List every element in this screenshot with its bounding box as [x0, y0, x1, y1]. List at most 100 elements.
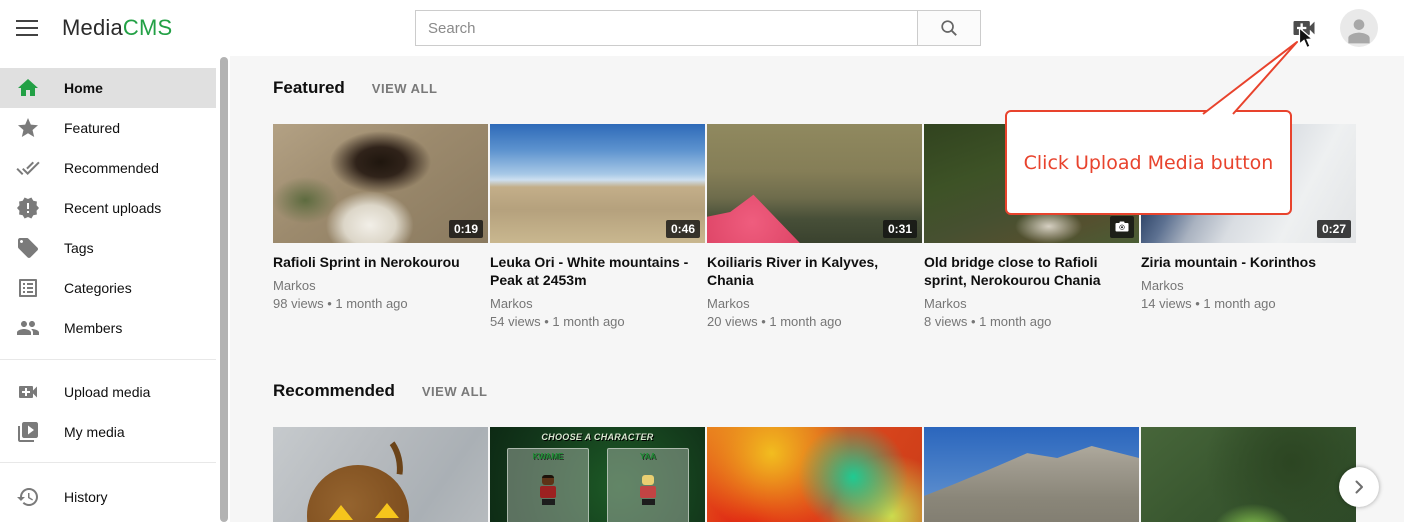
- sidebar-item-label: History: [64, 489, 108, 505]
- character-figure: [639, 475, 657, 505]
- character-name: YAA: [608, 452, 688, 461]
- callout-pointer-shape: [1000, 28, 1320, 120]
- video-card[interactable]: [707, 427, 922, 522]
- done-all-icon: [16, 156, 40, 180]
- sidebar-item-label: Members: [64, 320, 122, 336]
- recommended-cards-row: CHOOSE A CHARACTER KWAME YAA: [273, 427, 1404, 522]
- duration-badge: 0:27: [1317, 220, 1351, 238]
- video-card[interactable]: 0:31 Koiliaris River in Kalyves, Chania …: [707, 124, 922, 329]
- game-heading-text: CHOOSE A CHARACTER: [490, 432, 705, 442]
- video-card[interactable]: [273, 427, 488, 522]
- video-card[interactable]: [924, 427, 1139, 522]
- people-icon: [16, 316, 40, 340]
- video-title[interactable]: Leuka Ori - White mountains - Peak at 24…: [490, 253, 705, 289]
- video-meta: 14 views • 1 month ago: [1141, 296, 1356, 311]
- video-author[interactable]: Markos: [490, 296, 705, 311]
- video-title[interactable]: Old bridge close to Rafioli sprint, Nero…: [924, 253, 1139, 289]
- home-icon: [16, 76, 40, 100]
- logo-text-green: CMS: [123, 15, 173, 40]
- video-author[interactable]: Markos: [273, 278, 488, 293]
- video-card[interactable]: 0:46 Leuka Ori - White mountains - Peak …: [490, 124, 705, 329]
- camera-icon: [1115, 221, 1129, 232]
- sidebar-item-tags[interactable]: Tags: [0, 228, 216, 268]
- sidebar-item-home[interactable]: Home: [0, 68, 216, 108]
- character-panel: YAA: [607, 448, 689, 522]
- video-thumbnail[interactable]: 0:31: [707, 124, 922, 243]
- sidebar-item-upload-media[interactable]: Upload media: [0, 372, 216, 412]
- video-card[interactable]: [1141, 427, 1356, 522]
- video-thumbnail[interactable]: [924, 427, 1139, 522]
- image-type-badge: [1110, 216, 1134, 238]
- sidebar-item-label: Tags: [64, 240, 94, 256]
- video-author[interactable]: Markos: [1141, 278, 1356, 293]
- video-thumbnail[interactable]: [1141, 427, 1356, 522]
- mouse-cursor-icon: [1298, 27, 1315, 50]
- video-author[interactable]: Markos: [707, 296, 922, 311]
- sidebar-divider: [0, 462, 216, 463]
- search-bar: [415, 10, 981, 46]
- sidebar-item-label: Featured: [64, 120, 120, 136]
- sidebar-item-label: My media: [64, 424, 125, 440]
- video-title[interactable]: Koiliaris River in Kalyves, Chania: [707, 253, 922, 289]
- search-button[interactable]: [917, 10, 981, 46]
- carousel-next-button[interactable]: [1339, 467, 1379, 507]
- sidebar-item-label: Recommended: [64, 160, 159, 176]
- duration-badge: 0:31: [883, 220, 917, 238]
- new-releases-icon: [16, 196, 40, 220]
- list-icon: [16, 276, 40, 300]
- video-library-icon: [16, 420, 40, 444]
- sidebar: Home Featured Recommended Recent uploads…: [0, 56, 230, 522]
- video-call-icon: [16, 380, 40, 404]
- video-card[interactable]: 0:19 Rafioli Sprint in Nerokourou Markos…: [273, 124, 488, 329]
- search-icon: [939, 18, 959, 38]
- video-meta: 20 views • 1 month ago: [707, 314, 922, 329]
- logo[interactable]: MediaCMS: [62, 15, 172, 41]
- annotation-callout: Click Upload Media button: [1005, 110, 1292, 215]
- sidebar-item-label: Upload media: [64, 384, 150, 400]
- person-icon: [1343, 14, 1375, 46]
- character-panel: KWAME: [507, 448, 589, 522]
- sidebar-item-categories[interactable]: Categories: [0, 268, 216, 308]
- video-thumbnail[interactable]: [273, 427, 488, 522]
- user-avatar[interactable]: [1340, 9, 1378, 47]
- star-icon: [16, 116, 40, 140]
- video-thumbnail[interactable]: [707, 427, 922, 522]
- sidebar-item-members[interactable]: Members: [0, 308, 216, 348]
- sidebar-item-recent-uploads[interactable]: Recent uploads: [0, 188, 216, 228]
- character-name: KWAME: [508, 452, 588, 461]
- tag-icon: [16, 236, 40, 260]
- search-input[interactable]: [415, 10, 917, 46]
- video-thumbnail[interactable]: 0:19: [273, 124, 488, 243]
- history-icon: [16, 485, 40, 509]
- recommended-section-header: Recommended VIEW ALL: [273, 381, 1404, 403]
- video-thumbnail[interactable]: 0:46: [490, 124, 705, 243]
- video-title[interactable]: Ziria mountain - Korinthos: [1141, 253, 1356, 271]
- video-meta: 98 views • 1 month ago: [273, 296, 488, 311]
- video-thumbnail[interactable]: CHOOSE A CHARACTER KWAME YAA: [490, 427, 705, 522]
- sidebar-item-history[interactable]: History: [0, 477, 216, 517]
- callout-text: Click Upload Media button: [1024, 152, 1274, 174]
- recommended-view-all-link[interactable]: VIEW ALL: [422, 384, 488, 399]
- sidebar-item-featured[interactable]: Featured: [0, 108, 216, 148]
- character-figure: [539, 475, 557, 505]
- duration-badge: 0:46: [666, 220, 700, 238]
- chevron-right-icon: [1347, 475, 1371, 499]
- sidebar-item-my-media[interactable]: My media: [0, 412, 216, 452]
- mountain-shape: [924, 427, 1139, 522]
- duration-badge: 0:19: [449, 220, 483, 238]
- menu-icon[interactable]: [16, 20, 38, 36]
- sidebar-item-recommended[interactable]: Recommended: [0, 148, 216, 188]
- sidebar-scrollbar[interactable]: [220, 57, 228, 522]
- video-author[interactable]: Markos: [924, 296, 1139, 311]
- logo-text-black: Media: [62, 15, 123, 40]
- video-card[interactable]: CHOOSE A CHARACTER KWAME YAA: [490, 427, 705, 522]
- section-title: Recommended: [273, 381, 395, 401]
- sidebar-item-label: Home: [64, 80, 103, 96]
- featured-view-all-link[interactable]: VIEW ALL: [372, 81, 438, 96]
- sidebar-item-label: Recent uploads: [64, 200, 161, 216]
- sidebar-item-label: Categories: [64, 280, 132, 296]
- video-title[interactable]: Rafioli Sprint in Nerokourou: [273, 253, 488, 271]
- video-meta: 54 views • 1 month ago: [490, 314, 705, 329]
- sidebar-divider: [0, 359, 216, 360]
- kayak-shape: [707, 174, 836, 243]
